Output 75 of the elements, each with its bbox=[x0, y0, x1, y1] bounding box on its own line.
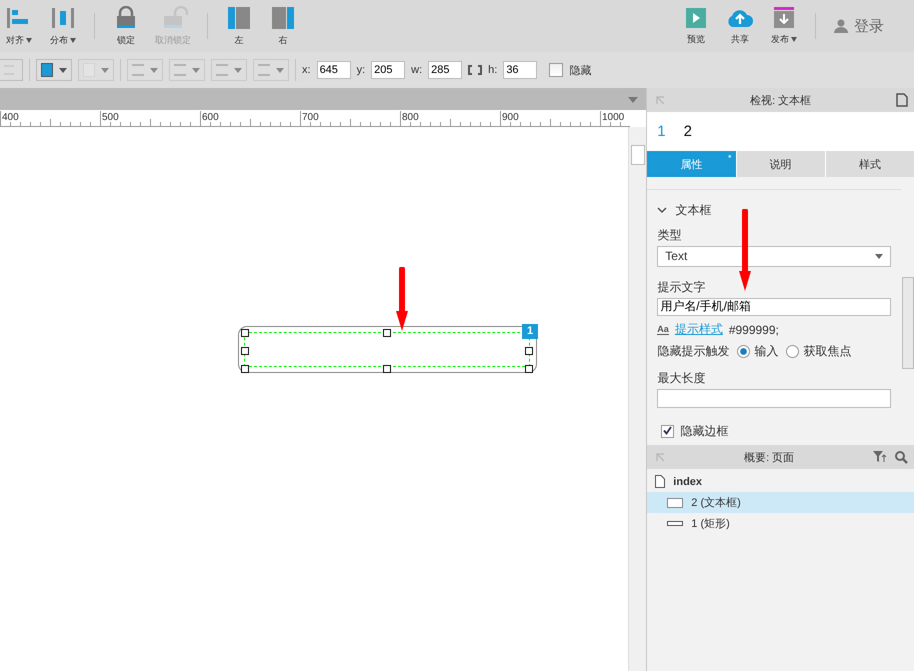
checkbox[interactable] bbox=[549, 63, 564, 77]
coordinate-field[interactable]: 205 bbox=[371, 61, 406, 79]
line-width-dropdown[interactable] bbox=[169, 59, 205, 81]
annotation-arrow bbox=[396, 267, 408, 331]
radio-label: 获取焦点 bbox=[803, 343, 852, 360]
scrollbar[interactable] bbox=[628, 127, 646, 671]
arrow-style-dropdown[interactable] bbox=[253, 59, 289, 81]
toolbar-button[interactable]: 共享 bbox=[721, 6, 759, 46]
ruler-label: 800 bbox=[402, 112, 419, 123]
shadow-dropdown[interactable] bbox=[78, 59, 114, 81]
page-icon[interactable] bbox=[896, 93, 908, 107]
panel-title: 概要: 页面 bbox=[743, 450, 796, 464]
page-icon bbox=[655, 475, 666, 488]
ruler-label: 600 bbox=[202, 112, 219, 123]
field-label: x: bbox=[302, 64, 311, 76]
field-label: 类型 bbox=[657, 227, 682, 244]
hint-text-field[interactable]: 用户名/手机/邮箱 bbox=[657, 298, 891, 316]
search-icon[interactable] bbox=[895, 450, 908, 464]
resize-handle[interactable] bbox=[241, 365, 249, 373]
panel-tab[interactable]: 说明 bbox=[736, 151, 825, 177]
checkbox-label: 隐藏 bbox=[569, 64, 592, 78]
textbox-icon bbox=[667, 498, 684, 508]
ruler-label: 400 bbox=[2, 112, 19, 123]
resize-handle[interactable] bbox=[525, 365, 533, 373]
line-style-dropdown[interactable] bbox=[211, 59, 247, 81]
resize-handle[interactable] bbox=[525, 347, 533, 355]
ruler-label: 1000 bbox=[602, 112, 624, 123]
coordinate-field[interactable]: 36 bbox=[503, 61, 538, 79]
fill-color-dropdown[interactable] bbox=[36, 59, 72, 81]
user-icon bbox=[834, 19, 848, 33]
panel-title: 检视: 文本框 bbox=[749, 94, 812, 108]
hint-style-value: #999999; bbox=[728, 322, 779, 337]
section-title: 文本框 bbox=[675, 202, 712, 219]
page-number-tab[interactable]: 2 bbox=[684, 123, 692, 140]
toolbar-button[interactable]: 预览 bbox=[677, 6, 715, 46]
toolbar-button[interactable]: 左 bbox=[220, 6, 258, 46]
field-label: w: bbox=[411, 64, 422, 76]
ruler-label: 900 bbox=[502, 112, 519, 123]
radio-button[interactable] bbox=[786, 345, 800, 358]
widget-badge: 1 bbox=[522, 324, 538, 339]
field-label: 提示文字 bbox=[657, 278, 706, 296]
toolbar-button[interactable]: 分布 bbox=[44, 6, 82, 46]
field-label: 隐藏提示触发 bbox=[657, 343, 730, 360]
ruler-label: 700 bbox=[302, 112, 319, 123]
dropdown-arrow-icon[interactable] bbox=[628, 97, 638, 103]
outline-item[interactable]: 1 (矩形) bbox=[647, 513, 914, 534]
line-color-dropdown[interactable] bbox=[127, 59, 163, 81]
field-label: h: bbox=[488, 64, 498, 76]
panel-tab[interactable]: 样式 bbox=[826, 151, 914, 177]
field-label: 最大长度 bbox=[657, 370, 706, 388]
checkbox-label: 隐藏边框 bbox=[680, 423, 728, 440]
toolbar-button[interactable]: 右 bbox=[264, 6, 302, 46]
toolbar-button[interactable]: 对齐 bbox=[0, 6, 38, 46]
rectangle-icon bbox=[667, 521, 684, 526]
coordinate-field[interactable]: 285 bbox=[428, 61, 462, 79]
outline-item[interactable]: index bbox=[647, 471, 914, 492]
brackets-icon bbox=[468, 65, 482, 75]
field-label: y: bbox=[356, 64, 366, 76]
radio-label: 输入 bbox=[754, 343, 778, 360]
resize-handle[interactable] bbox=[241, 329, 249, 337]
max-length-field[interactable] bbox=[657, 389, 891, 408]
outline-item[interactable]: 2 (文本框) bbox=[647, 492, 914, 513]
toolbar-button[interactable]: 锁定 bbox=[107, 6, 145, 46]
type-dropdown[interactable]: Text bbox=[657, 246, 891, 267]
radio-button[interactable] bbox=[737, 345, 750, 358]
login-button[interactable]: 登录 bbox=[828, 16, 890, 36]
toolbar-button[interactable]: 发布 bbox=[765, 6, 803, 46]
resize-handle[interactable] bbox=[383, 365, 391, 373]
resize-handle[interactable] bbox=[241, 347, 249, 355]
ruler-label: 500 bbox=[102, 112, 119, 123]
coordinate-field[interactable]: 645 bbox=[316, 61, 351, 79]
resize-handle[interactable] bbox=[383, 329, 391, 337]
filter-icon[interactable] bbox=[873, 451, 887, 463]
checkbox[interactable] bbox=[661, 425, 674, 438]
chevron-down-icon[interactable] bbox=[657, 207, 668, 214]
